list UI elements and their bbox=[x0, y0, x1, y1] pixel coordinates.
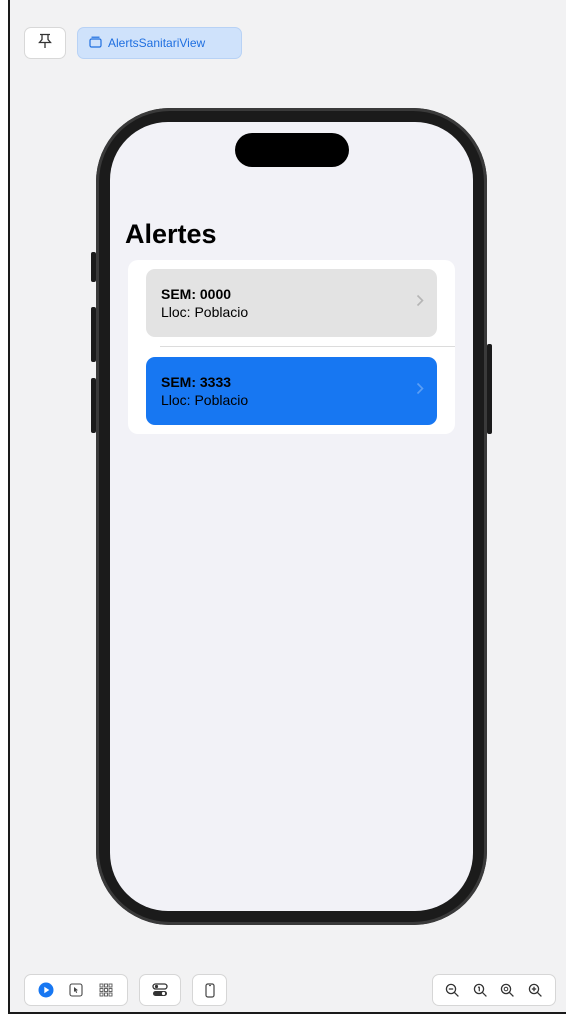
toggles-icon bbox=[151, 981, 169, 999]
page-title: Alertes bbox=[125, 219, 217, 249]
volume-down-button bbox=[91, 378, 96, 433]
grid-icon[interactable] bbox=[97, 981, 115, 999]
pin-button[interactable] bbox=[24, 27, 66, 59]
volume-up-button bbox=[91, 307, 96, 362]
alert-row-3333[interactable]: SEM: 3333 Lloc: Poblacio bbox=[146, 357, 437, 425]
zoom-in-icon[interactable] bbox=[526, 981, 544, 999]
chevron-right-icon bbox=[416, 380, 424, 398]
alert-row-0000[interactable]: SEM: 0000 Lloc: Poblacio bbox=[146, 269, 437, 337]
zoom-out-icon[interactable] bbox=[444, 981, 462, 999]
dynamic-island bbox=[235, 133, 349, 167]
device-button[interactable] bbox=[192, 974, 227, 1006]
zoom-controls bbox=[432, 974, 556, 1006]
alert-sem-label: SEM: 0000 bbox=[161, 286, 232, 302]
zoom-actual-icon[interactable] bbox=[499, 981, 517, 999]
alert-lloc-label: Lloc: Poblacio bbox=[161, 392, 249, 408]
power-button bbox=[487, 344, 492, 434]
alert-sem-label: SEM: 3333 bbox=[161, 374, 232, 390]
chevron-right-icon bbox=[416, 292, 424, 310]
pin-icon bbox=[38, 33, 52, 54]
zoom-fit-icon[interactable] bbox=[471, 981, 489, 999]
action-button bbox=[91, 252, 96, 282]
alerts-list: SEM: 0000 Lloc: Poblacio SEM: 3333 Lloc:… bbox=[128, 260, 455, 434]
device-icon bbox=[201, 981, 219, 999]
alert-lloc-label: Lloc: Poblacio bbox=[161, 304, 249, 320]
play-circle-icon[interactable] bbox=[37, 981, 55, 999]
phone-screen: Alertes SEM: 0000 Lloc: Poblacio SEM: 33… bbox=[110, 122, 473, 911]
preview-mode-group bbox=[24, 974, 128, 1006]
settings-button[interactable] bbox=[139, 974, 181, 1006]
preview-view-chip[interactable]: AlertsSanitariView bbox=[77, 27, 242, 59]
row-divider bbox=[160, 346, 455, 347]
preview-view-label: AlertsSanitariView bbox=[108, 36, 206, 50]
rectangle-stack-icon bbox=[89, 36, 102, 51]
cursor-select-icon[interactable] bbox=[67, 981, 85, 999]
